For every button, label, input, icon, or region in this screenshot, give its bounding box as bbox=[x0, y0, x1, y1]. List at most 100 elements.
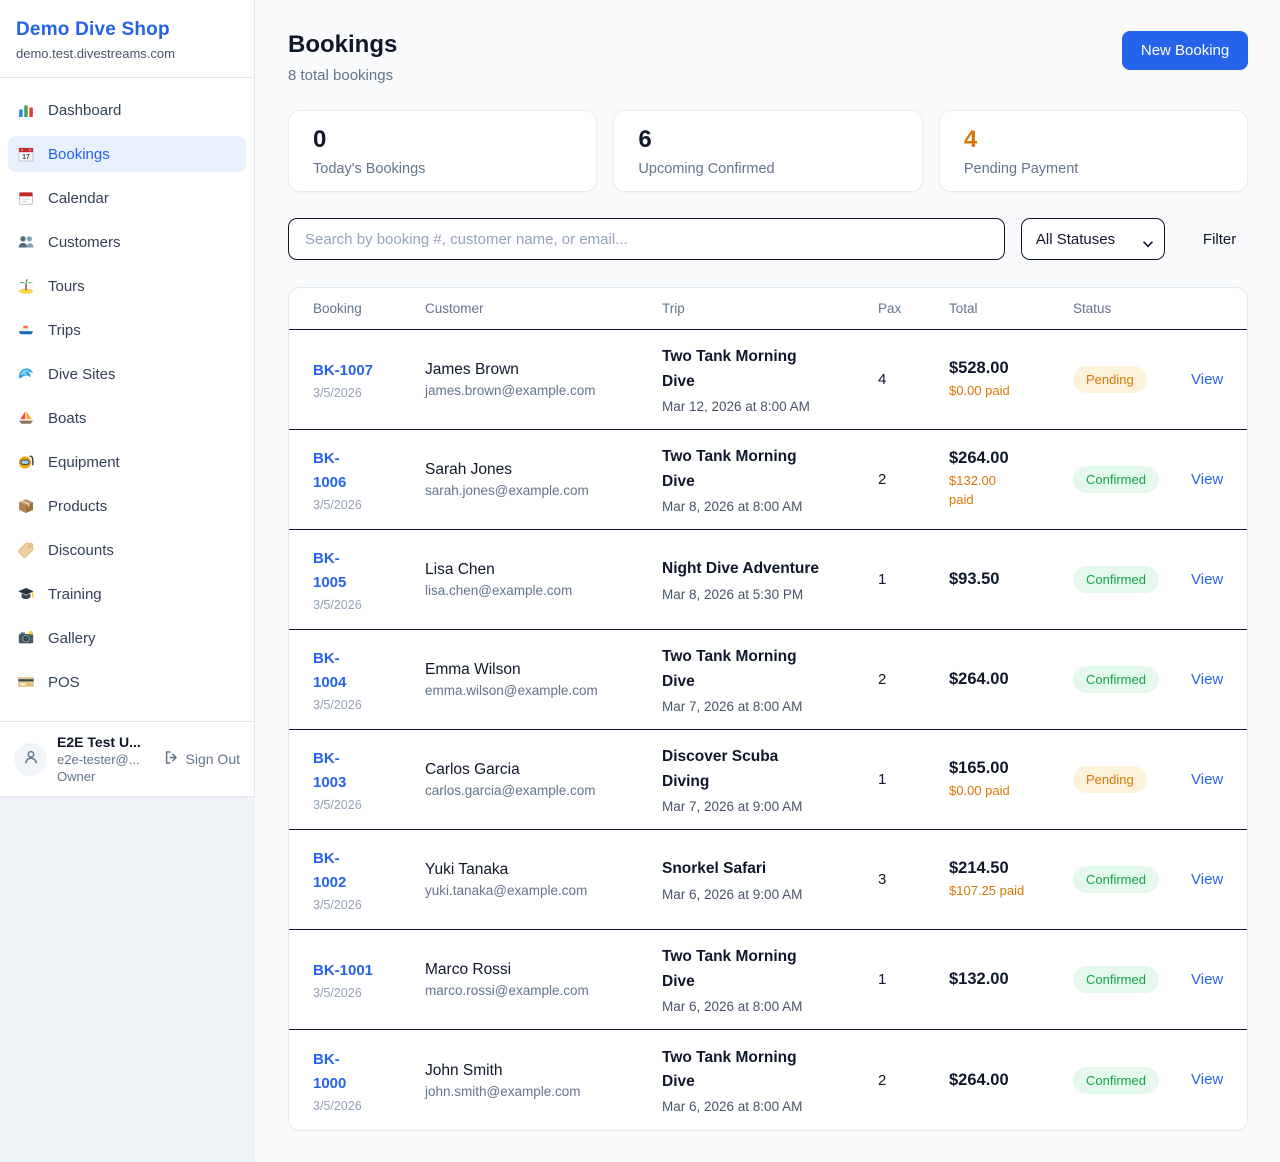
status-select-wrap: All Statuses bbox=[1021, 218, 1165, 260]
status-select[interactable]: All Statuses bbox=[1021, 218, 1165, 260]
sidebar-item-boats[interactable]: Boats bbox=[8, 400, 246, 436]
booking-id-link[interactable]: BK- 1004 bbox=[313, 647, 346, 695]
status-cell: Confirmed bbox=[1073, 1067, 1191, 1094]
view-link[interactable]: View bbox=[1191, 871, 1223, 888]
total-cell: $132.00 bbox=[949, 970, 1073, 989]
stat-value: 0 bbox=[313, 126, 572, 154]
customer-name: Yuki Tanaka bbox=[425, 861, 662, 879]
sidebar-item-products[interactable]: Products bbox=[8, 488, 246, 524]
sidebar-item-gallery[interactable]: Gallery bbox=[8, 620, 246, 656]
view-link[interactable]: View bbox=[1191, 371, 1223, 388]
user-email: e2e-tester@... bbox=[57, 752, 153, 767]
trip-cell: Two Tank Morning Dive Mar 8, 2026 at 8:0… bbox=[662, 445, 878, 513]
stat-value: 6 bbox=[638, 126, 897, 154]
status-badge: Confirmed bbox=[1073, 666, 1159, 693]
table-row: BK- 1000 3/5/2026 John Smith john.smith@… bbox=[289, 1030, 1247, 1130]
booking-cell: BK- 1003 3/5/2026 bbox=[313, 747, 425, 812]
sidebar-item-customers[interactable]: Customers bbox=[8, 224, 246, 260]
avatar bbox=[14, 743, 47, 776]
view-link[interactable]: View bbox=[1191, 971, 1223, 988]
sidebar-item-equipment[interactable]: Equipment bbox=[8, 444, 246, 480]
new-booking-button[interactable]: New Booking bbox=[1122, 31, 1248, 70]
pax-count: 1 bbox=[878, 771, 949, 788]
sidebar-item-dive-sites[interactable]: Dive Sites bbox=[8, 356, 246, 392]
sidebar-item-pos[interactable]: POS bbox=[8, 664, 246, 700]
main-content: Bookings 8 total bookings New Booking 0 … bbox=[255, 0, 1280, 1162]
wave-icon bbox=[17, 365, 35, 383]
filter-row: All Statuses Filter bbox=[288, 218, 1248, 260]
pax-count: 3 bbox=[878, 871, 949, 888]
people-icon bbox=[17, 233, 35, 251]
view-link[interactable]: View bbox=[1191, 771, 1223, 788]
status-cell: Confirmed bbox=[1073, 466, 1191, 493]
booking-id-link[interactable]: BK- 1002 bbox=[313, 847, 346, 895]
status-cell: Pending bbox=[1073, 766, 1191, 793]
total-cell: $165.00 $0.00 paid bbox=[949, 759, 1073, 801]
customer-email: lisa.chen@example.com bbox=[425, 583, 662, 598]
status-cell: Confirmed bbox=[1073, 866, 1191, 893]
table-body: BK-1007 3/5/2026 James Brown james.brown… bbox=[289, 330, 1247, 1130]
view-link[interactable]: View bbox=[1191, 571, 1223, 588]
status-badge: Confirmed bbox=[1073, 566, 1159, 593]
stat-card: 6 Upcoming Confirmed bbox=[613, 110, 922, 192]
camera-icon bbox=[17, 629, 35, 647]
actions-cell: View bbox=[1191, 1071, 1223, 1089]
column-header-pax: Pax bbox=[878, 301, 949, 316]
pax-count: 4 bbox=[878, 371, 949, 388]
trip-cell: Night Dive Adventure Mar 8, 2026 at 5:30… bbox=[662, 557, 878, 601]
sidebar-item-training[interactable]: Training bbox=[8, 576, 246, 612]
customer-email: john.smith@example.com bbox=[425, 1084, 662, 1099]
booking-id-link[interactable]: BK- 1000 bbox=[313, 1048, 346, 1096]
column-header-status: Status bbox=[1073, 301, 1191, 316]
booking-id-link[interactable]: BK-1001 bbox=[313, 959, 373, 983]
booking-cell: BK- 1006 3/5/2026 bbox=[313, 447, 425, 512]
customer-cell: Yuki Tanaka yuki.tanaka@example.com bbox=[425, 861, 662, 898]
graduation-cap-icon bbox=[17, 585, 35, 603]
stat-card: 0 Today's Bookings bbox=[288, 110, 597, 192]
booking-date: 3/5/2026 bbox=[313, 986, 425, 1000]
booking-id-link[interactable]: BK- 1005 bbox=[313, 547, 346, 595]
trip-datetime: Mar 8, 2026 at 5:30 PM bbox=[662, 587, 878, 602]
customer-email: carlos.garcia@example.com bbox=[425, 783, 662, 798]
bookings-table: Booking Customer Trip Pax Total Status B… bbox=[288, 287, 1248, 1131]
trip-datetime: Mar 6, 2026 at 8:00 AM bbox=[662, 999, 878, 1014]
column-header-booking: Booking bbox=[313, 301, 425, 316]
booking-cell: BK- 1000 3/5/2026 bbox=[313, 1048, 425, 1113]
actions-cell: View bbox=[1191, 771, 1223, 789]
booking-id-link[interactable]: BK-1007 bbox=[313, 359, 373, 383]
sidebar-item-trips[interactable]: Trips bbox=[8, 312, 246, 348]
filter-button[interactable]: Filter bbox=[1191, 223, 1248, 256]
sidebar-item-bookings[interactable]: 17 Bookings bbox=[8, 136, 246, 172]
search-input[interactable] bbox=[288, 218, 1005, 260]
booking-id-link[interactable]: BK- 1006 bbox=[313, 447, 346, 495]
table-row: BK- 1004 3/5/2026 Emma Wilson emma.wilso… bbox=[289, 630, 1247, 730]
status-badge: Confirmed bbox=[1073, 966, 1159, 993]
customer-email: james.brown@example.com bbox=[425, 383, 662, 398]
page-title: Bookings bbox=[288, 31, 397, 59]
trip-name: Two Tank Morning Dive bbox=[662, 945, 878, 993]
trip-cell: Two Tank Morning Dive Mar 6, 2026 at 8:0… bbox=[662, 945, 878, 1013]
actions-cell: View bbox=[1191, 871, 1223, 889]
booking-date: 3/5/2026 bbox=[313, 698, 425, 712]
customer-cell: Sarah Jones sarah.jones@example.com bbox=[425, 461, 662, 498]
calendar-date-icon: 17 bbox=[17, 145, 35, 163]
sidebar-item-discounts[interactable]: Discounts bbox=[8, 532, 246, 568]
trip-datetime: Mar 7, 2026 at 8:00 AM bbox=[662, 699, 878, 714]
total-cell: $214.50 $107.25 paid bbox=[949, 859, 1073, 901]
sign-out-button[interactable]: Sign Out bbox=[163, 749, 240, 769]
view-link[interactable]: View bbox=[1191, 1071, 1223, 1088]
booking-date: 3/5/2026 bbox=[313, 598, 425, 612]
actions-cell: View bbox=[1191, 971, 1223, 989]
sidebar-item-dashboard[interactable]: Dashboard bbox=[8, 92, 246, 128]
trip-name: Discover Scuba Diving bbox=[662, 745, 878, 793]
user-role: Owner bbox=[57, 769, 153, 784]
view-link[interactable]: View bbox=[1191, 471, 1223, 488]
view-link[interactable]: View bbox=[1191, 671, 1223, 688]
dive-mask-icon bbox=[17, 453, 35, 471]
sidebar-item-calendar[interactable]: Calendar bbox=[8, 180, 246, 216]
status-badge: Pending bbox=[1073, 366, 1147, 393]
trip-name: Two Tank Morning Dive bbox=[662, 345, 878, 393]
booking-id-link[interactable]: BK- 1003 bbox=[313, 747, 346, 795]
customer-cell: John Smith john.smith@example.com bbox=[425, 1062, 662, 1099]
sidebar-item-tours[interactable]: Tours bbox=[8, 268, 246, 304]
